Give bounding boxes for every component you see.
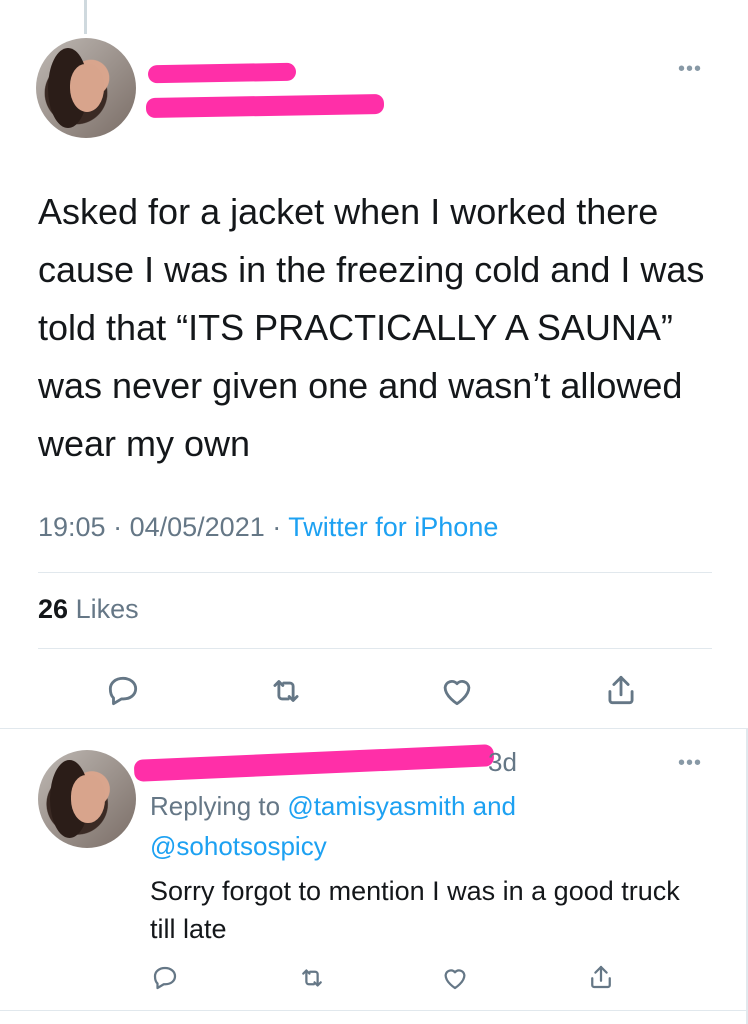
redacted-reply-author — [133, 744, 495, 782]
reply-icon[interactable] — [150, 963, 180, 993]
like-icon[interactable] — [438, 672, 476, 710]
tweet-text: Asked for a jacket when I worked there c… — [38, 191, 705, 464]
retweet-icon[interactable] — [266, 672, 306, 710]
replying-to-line: Replying to @tamisyasmith and @sohotsosp… — [150, 786, 710, 866]
mention-link[interactable]: @sohotsospicy — [150, 831, 327, 861]
tweet-time: 19:05 — [38, 512, 106, 542]
more-options-icon[interactable]: ••• — [678, 58, 702, 81]
likes-label: Likes — [75, 594, 139, 624]
tweet-date: 04/05/2021 — [129, 512, 265, 542]
author-avatar[interactable] — [36, 38, 136, 138]
divider — [0, 1010, 748, 1011]
redacted-username — [145, 93, 385, 119]
reply-text: Sorry forgot to mention I was in a good … — [150, 876, 680, 944]
mention-link[interactable]: @tamisyasmith — [287, 791, 465, 821]
tweet-source-link[interactable]: Twitter for iPhone — [288, 512, 498, 542]
divider — [38, 648, 712, 649]
reply-more-options-icon[interactable]: ••• — [678, 752, 702, 775]
redacted-display-name — [147, 62, 297, 84]
likes-count: 26 — [38, 594, 69, 624]
retweet-icon[interactable] — [296, 963, 328, 993]
divider — [0, 728, 748, 729]
replying-to-label: Replying to — [150, 791, 281, 821]
likes-summary[interactable]: 26 Likes — [38, 594, 139, 625]
tweet-meta: 19:05 · 04/05/2021 · Twitter for iPhone — [38, 512, 499, 542]
reply-icon[interactable] — [104, 672, 142, 710]
share-icon[interactable] — [602, 670, 640, 710]
reply-author-avatar[interactable] — [38, 750, 136, 848]
like-icon[interactable] — [440, 963, 470, 993]
share-icon[interactable] — [586, 961, 616, 993]
thread-line — [84, 0, 87, 34]
divider — [38, 572, 712, 573]
and-word: and — [472, 791, 517, 821]
reply-time-ago: 3d — [488, 747, 517, 777]
